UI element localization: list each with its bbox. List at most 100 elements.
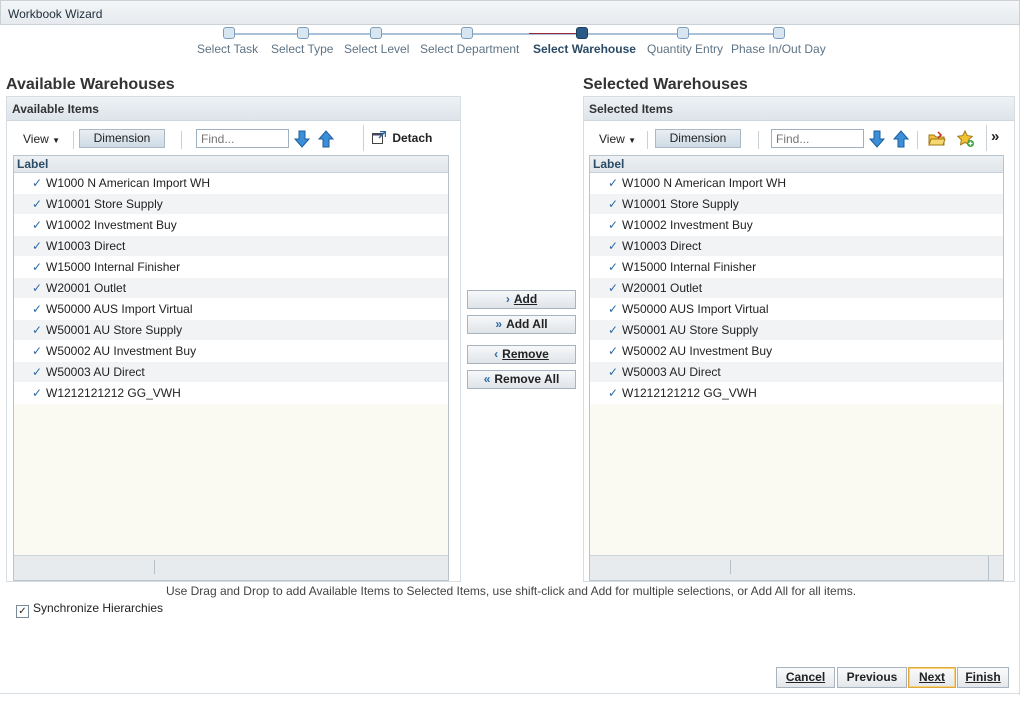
chevron-left-icon: ‹ bbox=[494, 347, 499, 361]
previous-button[interactable]: Previous bbox=[837, 667, 907, 688]
selected-row-label: W10001 Store Supply bbox=[622, 197, 739, 211]
checkmark-icon: ✓ bbox=[608, 239, 619, 253]
dialog-titlebar: Workbook Wizard bbox=[0, 0, 1020, 25]
train-stop-quantity-entry[interactable] bbox=[677, 27, 689, 39]
move-down-icon[interactable] bbox=[294, 130, 310, 148]
selected-row[interactable]: ✓ W1212121212 GG_VWH bbox=[590, 383, 1003, 404]
synchronize-hierarchies[interactable]: ✓ Synchronize Hierarchies bbox=[16, 601, 163, 618]
open-folder-icon[interactable] bbox=[928, 131, 946, 147]
available-row[interactable]: ✓ W10002 Investment Buy bbox=[14, 215, 448, 236]
detach-icon bbox=[372, 130, 387, 144]
add-button[interactable]: › Add bbox=[467, 290, 576, 309]
move-down-icon[interactable] bbox=[869, 130, 885, 148]
available-column-label[interactable]: Label bbox=[14, 156, 448, 173]
available-panel-title: Available Items bbox=[12, 102, 99, 116]
available-view-label: View bbox=[23, 132, 49, 146]
cancel-button[interactable]: Cancel bbox=[776, 667, 835, 688]
train-label-select-task[interactable]: Select Task bbox=[197, 42, 258, 56]
checkmark-icon: ✓ bbox=[608, 176, 619, 190]
checkmark-icon: ✓ bbox=[32, 260, 43, 274]
available-row[interactable]: ✓ W50000 AUS Import Virtual bbox=[14, 299, 448, 320]
next-label: Next bbox=[918, 670, 945, 684]
train-label-select-department[interactable]: Select Department bbox=[420, 42, 519, 56]
selected-find-input[interactable] bbox=[771, 129, 864, 148]
selected-row[interactable]: ✓ W15000 Internal Finisher bbox=[590, 257, 1003, 278]
train-stop-phase-in-out-day[interactable] bbox=[773, 27, 785, 39]
checkmark-icon: ✓ bbox=[608, 302, 619, 316]
selected-panel: Selected Items View ▼ Dimension » bbox=[583, 96, 1015, 582]
available-row-label: W1000 N American Import WH bbox=[46, 176, 211, 190]
favorite-add-icon[interactable] bbox=[957, 130, 975, 148]
synchronize-checkbox[interactable]: ✓ bbox=[16, 605, 29, 618]
remove-label: Remove bbox=[502, 347, 549, 361]
selected-rows: ✓ W1000 N American Import WH ✓ W10001 Store… bbox=[590, 173, 1003, 404]
move-up-icon[interactable] bbox=[318, 130, 334, 148]
selected-section-title: Selected Warehouses bbox=[583, 76, 748, 93]
checkmark-icon: ✓ bbox=[32, 197, 43, 211]
selected-row[interactable]: ✓ W1000 N American Import WH bbox=[590, 173, 1003, 194]
available-row[interactable]: ✓ W1212121212 GG_VWH bbox=[14, 383, 448, 404]
selected-view-menu[interactable]: View ▼ bbox=[599, 132, 636, 146]
selected-row[interactable]: ✓ W10001 Store Supply bbox=[590, 194, 1003, 215]
available-row-label: W1212121212 GG_VWH bbox=[46, 386, 181, 400]
selected-row[interactable]: ✓ W20001 Outlet bbox=[590, 278, 1003, 299]
remove-all-button[interactable]: «Remove All bbox=[467, 370, 576, 389]
available-row-label: W50000 AUS Import Virtual bbox=[46, 302, 193, 316]
selected-row-label: W10002 Investment Buy bbox=[622, 218, 753, 232]
selected-row[interactable]: ✓ W50000 AUS Import Virtual bbox=[590, 299, 1003, 320]
available-view-menu[interactable]: View ▼ bbox=[23, 132, 60, 146]
checkmark-icon: ✓ bbox=[608, 365, 619, 379]
toolbar-separator bbox=[181, 131, 182, 149]
selected-row[interactable]: ✓ W50002 AU Investment Buy bbox=[590, 341, 1003, 362]
available-section-title: Available Warehouses bbox=[6, 76, 175, 93]
next-button[interactable]: Next bbox=[908, 667, 956, 688]
available-row[interactable]: ✓ W15000 Internal Finisher bbox=[14, 257, 448, 278]
train-stop-select-level[interactable] bbox=[370, 27, 382, 39]
finish-button[interactable]: Finish bbox=[957, 667, 1009, 688]
toolbar-separator bbox=[647, 131, 648, 149]
selected-row[interactable]: ✓ W50003 AU Direct bbox=[590, 362, 1003, 383]
selected-panel-title: Selected Items bbox=[589, 102, 674, 116]
more-overflow-button[interactable]: » bbox=[991, 128, 999, 145]
available-dimension-button[interactable]: Dimension bbox=[79, 129, 165, 148]
selected-row[interactable]: ✓ W50001 AU Store Supply bbox=[590, 320, 1003, 341]
selected-row-label: W50003 AU Direct bbox=[622, 365, 721, 379]
available-row[interactable]: ✓ W10003 Direct bbox=[14, 236, 448, 257]
selected-column-label[interactable]: Label bbox=[590, 156, 1003, 173]
train-stop-select-warehouse bbox=[576, 27, 588, 39]
available-row[interactable]: ✓ W50001 AU Store Supply bbox=[14, 320, 448, 341]
train-stop-select-department[interactable] bbox=[461, 27, 473, 39]
selected-row[interactable]: ✓ W10002 Investment Buy bbox=[590, 215, 1003, 236]
train-label-phase-in-out-day[interactable]: Phase In/Out Day bbox=[731, 42, 826, 56]
train-label-select-level[interactable]: Select Level bbox=[344, 42, 409, 56]
train-stop-select-type[interactable] bbox=[297, 27, 309, 39]
selected-row-label: W1000 N American Import WH bbox=[622, 176, 787, 190]
available-row[interactable]: ✓ W20001 Outlet bbox=[14, 278, 448, 299]
train-stop-select-task[interactable] bbox=[223, 27, 235, 39]
train-label-select-type[interactable]: Select Type bbox=[271, 42, 333, 56]
selected-panel-header: Selected Items bbox=[584, 97, 1014, 121]
move-up-icon[interactable] bbox=[893, 130, 909, 148]
selected-row-label: W1212121212 GG_VWH bbox=[622, 386, 757, 400]
available-row-label: W10003 Direct bbox=[46, 239, 126, 253]
double-chevron-right-icon: » bbox=[495, 317, 503, 331]
checkmark-icon: ✓ bbox=[608, 197, 619, 211]
remove-button[interactable]: ‹ Remove bbox=[467, 345, 576, 364]
selected-dimension-button[interactable]: Dimension bbox=[655, 129, 741, 148]
train-label-quantity-entry[interactable]: Quantity Entry bbox=[647, 42, 723, 56]
available-row-label: W50001 AU Store Supply bbox=[46, 323, 183, 337]
synchronize-label: Synchronize Hierarchies bbox=[33, 601, 164, 615]
checkmark-icon: ✓ bbox=[608, 218, 619, 232]
selected-row[interactable]: ✓ W10003 Direct bbox=[590, 236, 1003, 257]
available-row[interactable]: ✓ W50002 AU Investment Buy bbox=[14, 341, 448, 362]
double-chevron-left-icon: « bbox=[483, 372, 491, 386]
available-row[interactable]: ✓ W50003 AU Direct bbox=[14, 362, 448, 383]
available-row[interactable]: ✓ W10001 Store Supply bbox=[14, 194, 448, 215]
selected-table-footer bbox=[590, 555, 1003, 580]
toolbar-separator bbox=[73, 131, 74, 149]
available-detach-button[interactable]: Detach bbox=[372, 130, 432, 145]
add-all-button[interactable]: » Add All bbox=[467, 315, 576, 334]
available-row[interactable]: ✓ W1000 N American Import WH bbox=[14, 173, 448, 194]
selected-row-label: W10003 Direct bbox=[622, 239, 702, 253]
available-find-input[interactable] bbox=[196, 129, 289, 148]
